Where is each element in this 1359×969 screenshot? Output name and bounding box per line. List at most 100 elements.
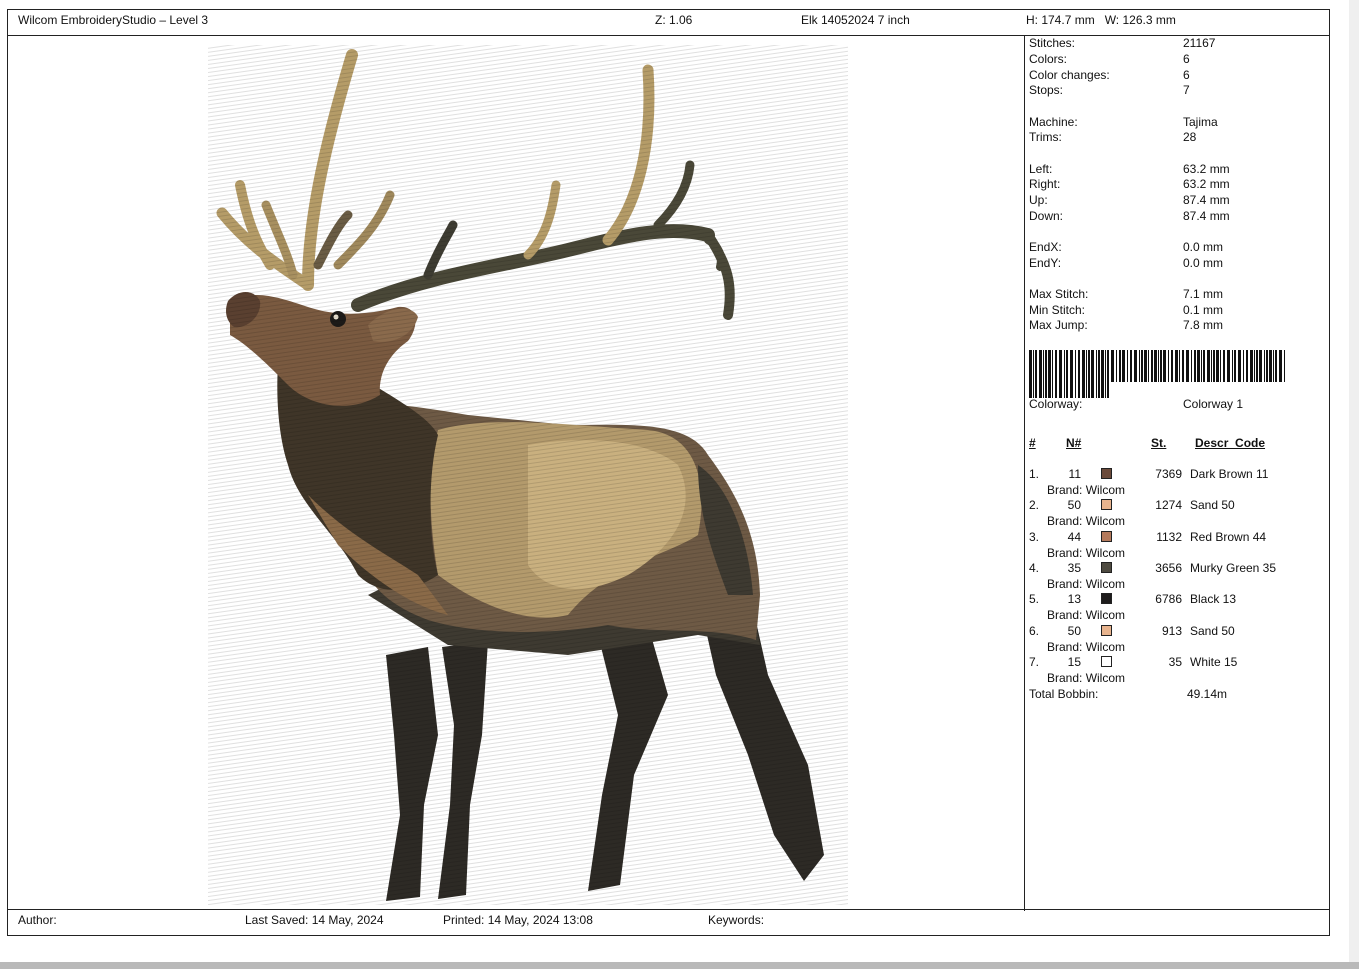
stat-label: Machine: — [1029, 115, 1078, 129]
thread-brand: Brand: Wilcom — [1047, 639, 1126, 654]
stat-value: 7.1 mm — [1183, 287, 1224, 301]
thread-description: White 15 — [1190, 654, 1238, 669]
thread-number: 50 — [1067, 623, 1081, 638]
thread-number: 35 — [1067, 560, 1081, 575]
colorway-value: Colorway 1 — [1183, 397, 1244, 411]
stat-label: Stops: — [1029, 83, 1064, 97]
thread-description: Sand 50 — [1190, 498, 1235, 513]
stat-value: 6 — [1183, 68, 1190, 82]
column-header-number: N# — [1066, 436, 1082, 450]
color-row: 2. 50 1274 Sand 50 Brand: Wilcom — [1025, 498, 1330, 529]
color-swatch — [1101, 655, 1112, 667]
elk-embroidery-image — [208, 45, 848, 905]
stat-label: Color changes: — [1029, 68, 1110, 82]
thread-brand: Brand: Wilcom — [1047, 670, 1126, 685]
stitch-count: 35 — [1168, 654, 1182, 669]
thread-brand: Brand: Wilcom — [1047, 483, 1126, 497]
stat-value: 63.2 mm — [1183, 177, 1230, 191]
barcode-icon — [1029, 350, 1285, 398]
color-row: 3. 44 1132 Red Brown 44 Brand: Wilcom — [1025, 530, 1330, 561]
stat-label: EndY: — [1029, 256, 1062, 270]
sheet-header: Wilcom EmbroideryStudio – Level 3 Z: 1.0… — [8, 10, 1329, 36]
color-row: 5. 13 6786 Black 13 Brand: Wilcom — [1025, 592, 1330, 623]
total-bobbin-row: Total Bobbin: 49.14m — [1029, 687, 1329, 702]
stat-label: Stitches: — [1029, 36, 1076, 50]
colorway-label: Colorway: — [1029, 397, 1083, 411]
thread-brand: Brand: Wilcom — [1047, 545, 1126, 560]
color-swatch — [1101, 624, 1112, 636]
total-bobbin-label: Total Bobbin: — [1029, 687, 1099, 701]
stat-value: 0.1 mm — [1183, 303, 1224, 317]
design-dimensions: H: 174.7 mm W: 126.3 mm — [1026, 13, 1176, 27]
thread-brand: Brand: Wilcom — [1047, 608, 1126, 623]
stitch-count: 7369 — [1155, 467, 1182, 481]
stat-value: Tajima — [1183, 115, 1218, 129]
color-index: 3. — [1029, 529, 1040, 544]
stat-value: 28 — [1183, 130, 1197, 144]
author-field: Author: — [18, 913, 57, 927]
thread-brand: Brand: Wilcom — [1047, 514, 1126, 529]
stat-label: Left: — [1029, 162, 1053, 176]
stat-value: 6 — [1183, 52, 1190, 66]
thread-description: Murky Green 35 — [1190, 560, 1277, 575]
thread-number: 11 — [1068, 467, 1081, 481]
color-swatch — [1101, 530, 1112, 542]
color-row: 7. 15 35 White 15 Brand: Wilcom — [1025, 655, 1330, 686]
stat-label: Up: — [1029, 193, 1048, 207]
thread-description: Black 13 — [1190, 592, 1237, 607]
thread-brand: Brand: Wilcom — [1047, 576, 1126, 591]
thread-number: 15 — [1067, 654, 1081, 669]
color-swatch — [1101, 468, 1112, 479]
stat-label: Colors: — [1029, 52, 1068, 66]
column-header-index: # — [1029, 436, 1036, 450]
color-row: 1. 11 7369 Dark Brown 11 Brand: Wilcom — [1025, 467, 1330, 498]
color-index: 1. — [1029, 467, 1040, 481]
zoom-level: Z: 1.06 — [655, 13, 693, 27]
color-row: 4. 35 3656 Murky Green 35 Brand: Wilcom — [1025, 561, 1330, 592]
stat-value: 0.0 mm — [1183, 240, 1224, 254]
stitch-count: 1274 — [1155, 498, 1182, 513]
color-index: 2. — [1029, 498, 1040, 513]
stat-label: Right: — [1029, 177, 1061, 191]
stitch-count: 6786 — [1155, 592, 1182, 607]
color-index: 6. — [1029, 623, 1040, 638]
color-index: 7. — [1029, 654, 1040, 669]
stat-value: 87.4 mm — [1183, 193, 1230, 207]
design-name: Elk 14052024 7 inch — [801, 13, 910, 27]
color-swatch — [1101, 499, 1112, 511]
stat-label: Down: — [1029, 209, 1064, 223]
stat-label: EndX: — [1029, 240, 1062, 254]
thread-number: 44 — [1067, 529, 1081, 544]
stat-value: 21167 — [1183, 36, 1216, 50]
stat-value: 0.0 mm — [1183, 256, 1224, 270]
thread-description: Red Brown 44 — [1190, 529, 1267, 544]
design-preview — [8, 35, 1024, 911]
keywords-field: Keywords: — [708, 913, 765, 927]
stitch-count: 1132 — [1156, 529, 1182, 544]
window-edge — [1349, 0, 1359, 969]
color-index: 5. — [1029, 592, 1040, 607]
total-bobbin-value: 49.14m — [1187, 687, 1228, 701]
thread-number: 50 — [1067, 498, 1081, 513]
thread-description: Dark Brown 11 — [1190, 467, 1269, 481]
column-header-description: Descr Code — [1195, 436, 1266, 450]
stat-value: 87.4 mm — [1183, 209, 1230, 223]
thread-number: 13 — [1067, 592, 1081, 607]
printed-field: Printed: 14 May, 2024 13:08 — [443, 913, 593, 927]
stitch-count: 3656 — [1155, 560, 1182, 575]
sheet-footer: Author: Last Saved: 14 May, 2024 Printed… — [8, 909, 1329, 935]
color-swatch — [1101, 593, 1112, 605]
print-preview-sheet: Wilcom EmbroideryStudio – Level 3 Z: 1.0… — [7, 9, 1330, 936]
stat-label: Min Stitch: — [1029, 303, 1086, 317]
color-index: 4. — [1029, 560, 1040, 575]
stitch-count: 913 — [1161, 623, 1182, 638]
design-info-panel: Stitches: 21167 Colors: 6 Color changes: 6 … — [1024, 35, 1330, 911]
stat-value: 7.8 mm — [1183, 318, 1224, 332]
thread-description: Sand 50 — [1190, 623, 1235, 638]
last-saved-field: Last Saved: 14 May, 2024 — [245, 913, 384, 927]
window-bottom-edge — [0, 962, 1359, 969]
color-swatch — [1101, 561, 1112, 573]
stat-value: 63.2 mm — [1183, 162, 1230, 176]
app-title: Wilcom EmbroideryStudio – Level 3 — [18, 13, 209, 27]
stat-label: Max Stitch: — [1029, 287, 1089, 301]
